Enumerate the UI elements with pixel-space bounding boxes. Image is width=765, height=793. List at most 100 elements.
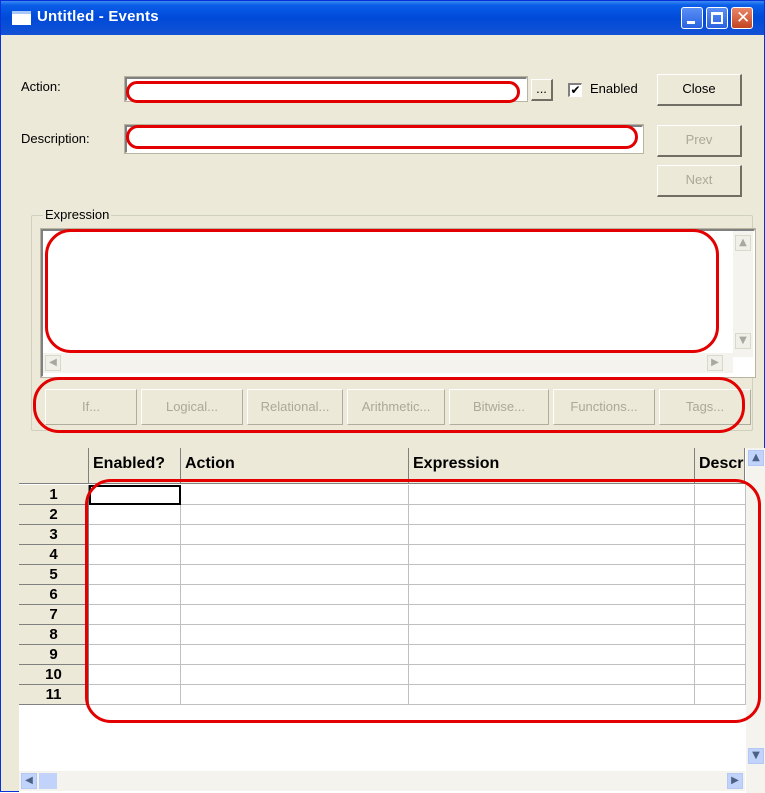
description-field[interactable] bbox=[124, 124, 644, 154]
grid-cell[interactable] bbox=[89, 685, 181, 705]
next-button[interactable]: Next bbox=[657, 165, 742, 197]
events-window: Untitled - Events ✕ Action: ... ✔ Enable… bbox=[0, 0, 765, 793]
row-header-11[interactable]: 11 bbox=[19, 685, 89, 705]
grid-corner[interactable] bbox=[19, 448, 89, 484]
scroll-up-icon[interactable]: ▲ bbox=[735, 235, 751, 251]
grid-cell[interactable] bbox=[409, 605, 695, 625]
grid-cell[interactable] bbox=[89, 525, 181, 545]
grid-cell[interactable] bbox=[89, 605, 181, 625]
row-header-10[interactable]: 10 bbox=[19, 665, 89, 685]
grid-vertical-scrollbar[interactable] bbox=[746, 448, 765, 793]
title-bar[interactable]: Untitled - Events ✕ bbox=[1, 1, 764, 35]
grid-cell[interactable] bbox=[181, 505, 409, 525]
close-icon: ✕ bbox=[736, 8, 751, 28]
grid-cell[interactable] bbox=[89, 585, 181, 605]
grid-cell[interactable] bbox=[89, 665, 181, 685]
grid-cell[interactable] bbox=[695, 505, 746, 525]
grid-cell[interactable] bbox=[181, 585, 409, 605]
grid-cell[interactable] bbox=[409, 625, 695, 645]
maximize-button[interactable] bbox=[706, 7, 728, 29]
grid-cell[interactable] bbox=[409, 545, 695, 565]
grid-cell[interactable] bbox=[695, 565, 746, 585]
row-header-3[interactable]: 3 bbox=[19, 525, 89, 545]
grid-cell[interactable] bbox=[409, 645, 695, 665]
row-header-1[interactable]: 1 bbox=[19, 485, 89, 505]
minimize-icon bbox=[687, 21, 695, 24]
grid-cell[interactable] bbox=[409, 565, 695, 585]
grid-cell[interactable] bbox=[409, 485, 695, 505]
grid-cell[interactable] bbox=[181, 525, 409, 545]
grid-cell[interactable] bbox=[89, 505, 181, 525]
close-button[interactable]: Close bbox=[657, 74, 742, 106]
column-header-enabled[interactable]: Enabled? bbox=[89, 448, 181, 484]
grid-cell[interactable] bbox=[89, 625, 181, 645]
enabled-label: Enabled bbox=[590, 81, 638, 96]
grid-cell[interactable] bbox=[181, 545, 409, 565]
grid-scroll-up-icon[interactable]: ▲ bbox=[748, 450, 764, 466]
expression-horizontal-scrollbar[interactable] bbox=[43, 353, 733, 373]
grid-cell[interactable] bbox=[695, 485, 746, 505]
grid-cell[interactable] bbox=[695, 685, 746, 705]
functions-button[interactable]: Functions... bbox=[553, 389, 655, 425]
description-label: Description: bbox=[21, 131, 90, 146]
tags-button[interactable]: Tags... bbox=[659, 389, 751, 425]
relational-button[interactable]: Relational... bbox=[247, 389, 343, 425]
grid-scroll-down-icon[interactable]: ▼ bbox=[748, 748, 764, 764]
bitwise-button[interactable]: Bitwise... bbox=[449, 389, 549, 425]
grid-cell[interactable] bbox=[89, 645, 181, 665]
grid-cell[interactable] bbox=[695, 525, 746, 545]
grid-cell[interactable] bbox=[409, 525, 695, 545]
grid-cell[interactable] bbox=[409, 685, 695, 705]
grid-cell[interactable] bbox=[409, 505, 695, 525]
grid-cell[interactable] bbox=[181, 645, 409, 665]
grid-scroll-thumb[interactable] bbox=[39, 773, 57, 789]
column-header-action[interactable]: Action bbox=[181, 448, 409, 484]
grid-horizontal-scrollbar[interactable] bbox=[19, 771, 745, 791]
row-header-8[interactable]: 8 bbox=[19, 625, 89, 645]
grid-cell[interactable] bbox=[89, 545, 181, 565]
grid-scroll-left-icon[interactable]: ◀ bbox=[21, 773, 37, 789]
grid-cell[interactable] bbox=[409, 665, 695, 685]
close-window-button[interactable]: ✕ bbox=[731, 7, 753, 29]
maximize-icon bbox=[711, 12, 723, 24]
scroll-left-icon[interactable]: ◀ bbox=[45, 355, 61, 371]
grid-cell[interactable] bbox=[695, 625, 746, 645]
minimize-button[interactable] bbox=[681, 7, 703, 29]
grid-cell[interactable] bbox=[181, 665, 409, 685]
column-header-description[interactable]: Description bbox=[695, 448, 745, 484]
row-header-5[interactable]: 5 bbox=[19, 565, 89, 585]
row-header-7[interactable]: 7 bbox=[19, 605, 89, 625]
row-header-4[interactable]: 4 bbox=[19, 545, 89, 565]
grid-cell[interactable] bbox=[89, 565, 181, 585]
scroll-down-icon[interactable]: ▼ bbox=[735, 333, 751, 349]
enabled-checkbox[interactable]: ✔ bbox=[568, 83, 582, 97]
if-button[interactable]: If... bbox=[45, 389, 137, 425]
grid-cell[interactable] bbox=[695, 585, 746, 605]
grid-scroll-right-icon[interactable]: ▶ bbox=[727, 773, 743, 789]
grid-cell[interactable] bbox=[181, 685, 409, 705]
grid-cell[interactable] bbox=[181, 565, 409, 585]
grid-cell[interactable] bbox=[89, 485, 181, 505]
action-label: Action: bbox=[21, 79, 61, 94]
grid-cell[interactable] bbox=[181, 605, 409, 625]
expression-group-label: Expression bbox=[43, 207, 112, 222]
logical-button[interactable]: Logical... bbox=[141, 389, 243, 425]
arithmetic-button[interactable]: Arithmetic... bbox=[347, 389, 445, 425]
row-header-6[interactable]: 6 bbox=[19, 585, 89, 605]
events-grid[interactable]: Enabled? Action Expression Description 1… bbox=[19, 448, 765, 793]
grid-cell[interactable] bbox=[695, 665, 746, 685]
row-header-9[interactable]: 9 bbox=[19, 645, 89, 665]
grid-cell[interactable] bbox=[695, 545, 746, 565]
grid-cell[interactable] bbox=[409, 585, 695, 605]
prev-button[interactable]: Prev bbox=[657, 125, 742, 157]
window-icon bbox=[12, 11, 31, 25]
row-header-2[interactable]: 2 bbox=[19, 505, 89, 525]
scroll-right-icon[interactable]: ▶ bbox=[707, 355, 723, 371]
grid-cell[interactable] bbox=[181, 625, 409, 645]
grid-cell[interactable] bbox=[695, 645, 746, 665]
grid-cell[interactable] bbox=[181, 485, 409, 505]
column-header-expression[interactable]: Expression bbox=[409, 448, 695, 484]
browse-action-button[interactable]: ... bbox=[531, 79, 553, 101]
action-field[interactable] bbox=[124, 76, 528, 102]
grid-cell[interactable] bbox=[695, 605, 746, 625]
